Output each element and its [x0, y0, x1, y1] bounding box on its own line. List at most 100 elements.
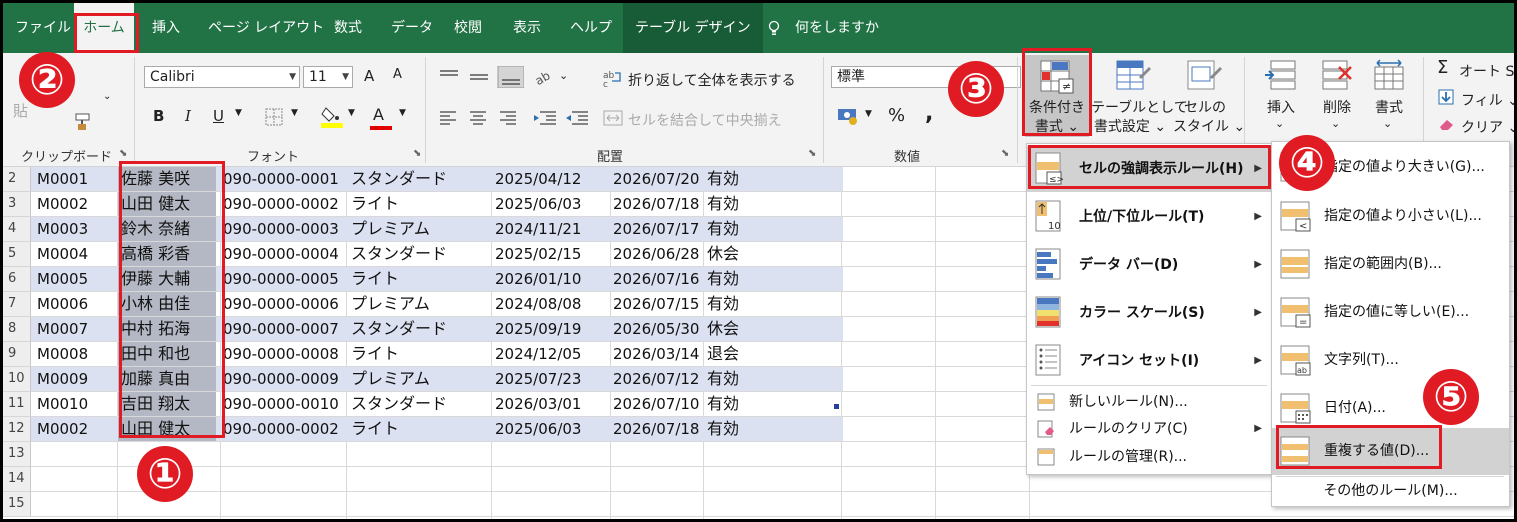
chevron-down-icon[interactable]: ⌄ — [1383, 117, 1392, 130]
cell-status[interactable]: 有効 — [707, 392, 739, 416]
cell-plan[interactable]: プレミアム — [351, 292, 430, 316]
cell-start[interactable]: 2025/04/12 — [495, 167, 581, 191]
cell-end[interactable]: 2026/07/16 — [613, 267, 699, 291]
cell-name[interactable]: 加藤 真由 — [118, 367, 216, 391]
cell-start[interactable]: 2025/02/15 — [495, 242, 581, 266]
tab-insert[interactable]: 挿入 — [152, 3, 180, 53]
cell-name[interactable]: 山田 健太 — [118, 192, 216, 216]
cell-name[interactable]: 伊藤 大輔 — [118, 267, 216, 291]
paste-label-partial[interactable]: 貼 — [13, 100, 28, 121]
submenu-item-duplicate-values[interactable]: 重複する値(D)... — [1272, 428, 1509, 475]
eraser-icon[interactable] — [1438, 117, 1456, 131]
cell-phone[interactable]: 090-0000-0004 — [223, 242, 339, 266]
borders-icon[interactable] — [265, 108, 283, 126]
row-header[interactable]: 8 — [3, 317, 31, 342]
submenu-item-equal-to[interactable]: = 指定の値に等しい(E)... — [1272, 289, 1509, 336]
cell-name[interactable]: 鈴木 奈緒 — [118, 217, 216, 241]
row-header[interactable]: 15 — [3, 492, 31, 517]
cell-status[interactable]: 有効 — [707, 417, 739, 441]
row-header[interactable]: 10 — [3, 367, 31, 392]
merge-center-button[interactable]: セルを結合して中央揃え — [628, 110, 782, 130]
cell-plan[interactable]: スタンダード — [351, 167, 447, 191]
tab-file[interactable]: ファイル — [15, 3, 71, 53]
fill-button[interactable]: フィル ⌄ — [1461, 90, 1514, 110]
row-header[interactable]: 11 — [3, 392, 31, 417]
format-cells-icon[interactable] — [1373, 59, 1405, 91]
cell-id[interactable]: M0002 — [37, 417, 88, 441]
cell-plan[interactable]: ライト — [351, 192, 399, 216]
tell-me-search[interactable]: 何をしますか — [795, 3, 879, 53]
menu-item-data-bars[interactable]: データ バー(D) ▶ — [1027, 242, 1272, 288]
cell-phone[interactable]: 090-0000-0002 — [223, 192, 339, 216]
cell-end[interactable]: 2026/07/15 — [613, 292, 699, 316]
orientation-icon[interactable]: ab — [533, 68, 555, 86]
cell-status[interactable]: 有効 — [707, 292, 739, 316]
cell-plan[interactable]: ライト — [351, 267, 399, 291]
cell-phone[interactable]: 090-0000-0008 — [223, 342, 339, 366]
format-as-table-label-2[interactable]: 書式設定 ⌄ — [1091, 118, 1169, 137]
cell-phone[interactable]: 090-0000-0009 — [223, 367, 339, 391]
cell-phone[interactable]: 090-0000-0002 — [223, 417, 339, 441]
font-size-combo[interactable]: 11 ▼ — [303, 66, 353, 88]
clipboard-launcher-icon[interactable]: ⬊ — [119, 149, 129, 159]
tab-review[interactable]: 校閲 — [454, 3, 482, 53]
cell-end[interactable]: 2026/05/30 — [613, 317, 699, 341]
format-as-table-label-1[interactable]: テーブルとして — [1091, 99, 1188, 118]
row-header[interactable]: 14 — [3, 467, 31, 492]
tab-formulas[interactable]: 数式 — [334, 3, 362, 53]
cell-start[interactable]: 2024/08/08 — [495, 292, 581, 316]
submenu-item-between[interactable]: 指定の範囲内(B)... — [1272, 241, 1509, 288]
cell-end[interactable]: 2026/03/14 — [613, 342, 699, 366]
format-painter-icon[interactable] — [69, 113, 91, 131]
chevron-down-icon[interactable]: ▼ — [235, 108, 242, 118]
tab-home[interactable]: ホーム — [74, 3, 134, 53]
cell-end[interactable]: 2026/07/12 — [613, 367, 699, 391]
cell-id[interactable]: M0007 — [37, 317, 88, 341]
font-name-combo[interactable]: Calibri ▼ — [144, 66, 300, 88]
cell-phone[interactable]: 090-0000-0005 — [223, 267, 339, 291]
submenu-item-more-rules[interactable]: その他のルール(M)... — [1272, 478, 1509, 504]
cell-styles-icon[interactable] — [1186, 59, 1222, 95]
accounting-format-icon[interactable] — [836, 106, 862, 126]
font-launcher-icon[interactable]: ⬊ — [413, 149, 423, 159]
cell-styles-label-2[interactable]: スタイル ⌄ — [1173, 118, 1245, 137]
cell-start[interactable]: 2025/06/03 — [495, 192, 581, 216]
cell-end[interactable]: 2026/07/10 — [613, 392, 699, 416]
cell-start[interactable]: 2026/01/10 — [495, 267, 581, 291]
cell-plan[interactable]: プレミアム — [351, 367, 430, 391]
menu-item-top-bottom-rules[interactable]: 10 上位/下位ルール(T) ▶ — [1027, 194, 1272, 240]
cell-name[interactable]: 田中 和也 — [118, 342, 216, 366]
insert-cells-icon[interactable] — [1265, 59, 1297, 91]
delete-cells-button[interactable]: 削除 — [1315, 99, 1359, 118]
format-cells-button[interactable]: 書式 — [1367, 99, 1411, 118]
vertical-align-icons[interactable] — [436, 66, 524, 88]
chevron-down-icon[interactable]: ⌄ — [1331, 117, 1340, 130]
menu-item-manage-rules[interactable]: ルールの管理(R)... — [1027, 442, 1272, 472]
tab-view[interactable]: 表示 — [513, 3, 541, 53]
cell-start[interactable]: 2024/11/21 — [495, 217, 581, 241]
cell-status[interactable]: 休会 — [707, 242, 739, 266]
conditional-format-button[interactable]: ≠ 条件付き 書式 ⌄ — [1025, 55, 1089, 137]
row-header[interactable]: 12 — [3, 417, 31, 442]
cell-styles-label-1[interactable]: セルの — [1173, 99, 1237, 118]
italic-button[interactable]: I — [185, 107, 191, 125]
row-header[interactable]: 13 — [3, 442, 31, 467]
cell-id[interactable]: M0010 — [37, 392, 88, 416]
tab-data[interactable]: データ — [391, 3, 433, 53]
row-header[interactable]: 6 — [3, 267, 31, 292]
tab-help[interactable]: ヘルプ — [570, 3, 612, 53]
cell-phone[interactable]: 090-0000-0010 — [223, 392, 339, 416]
copy-dropdown-chevron[interactable]: ⌄ — [103, 91, 111, 102]
cell-phone[interactable]: 090-0000-0006 — [223, 292, 339, 316]
delete-cells-icon[interactable] — [1321, 59, 1353, 91]
cell-name[interactable]: 中村 拓海 — [118, 317, 216, 341]
menu-item-new-rule[interactable]: 新しいルール(N)... — [1027, 387, 1272, 417]
cell-start[interactable]: 2025/06/03 — [495, 417, 581, 441]
cell-status[interactable]: 退会 — [707, 342, 739, 366]
fill-color-icon[interactable] — [321, 105, 343, 129]
chevron-down-icon[interactable]: ▼ — [348, 108, 355, 118]
chevron-down-icon[interactable]: ⌄ — [1275, 117, 1284, 130]
alignment-launcher-icon[interactable]: ⬊ — [808, 149, 818, 159]
cell-status[interactable]: 有効 — [707, 367, 739, 391]
fill-down-icon[interactable] — [1438, 89, 1454, 105]
